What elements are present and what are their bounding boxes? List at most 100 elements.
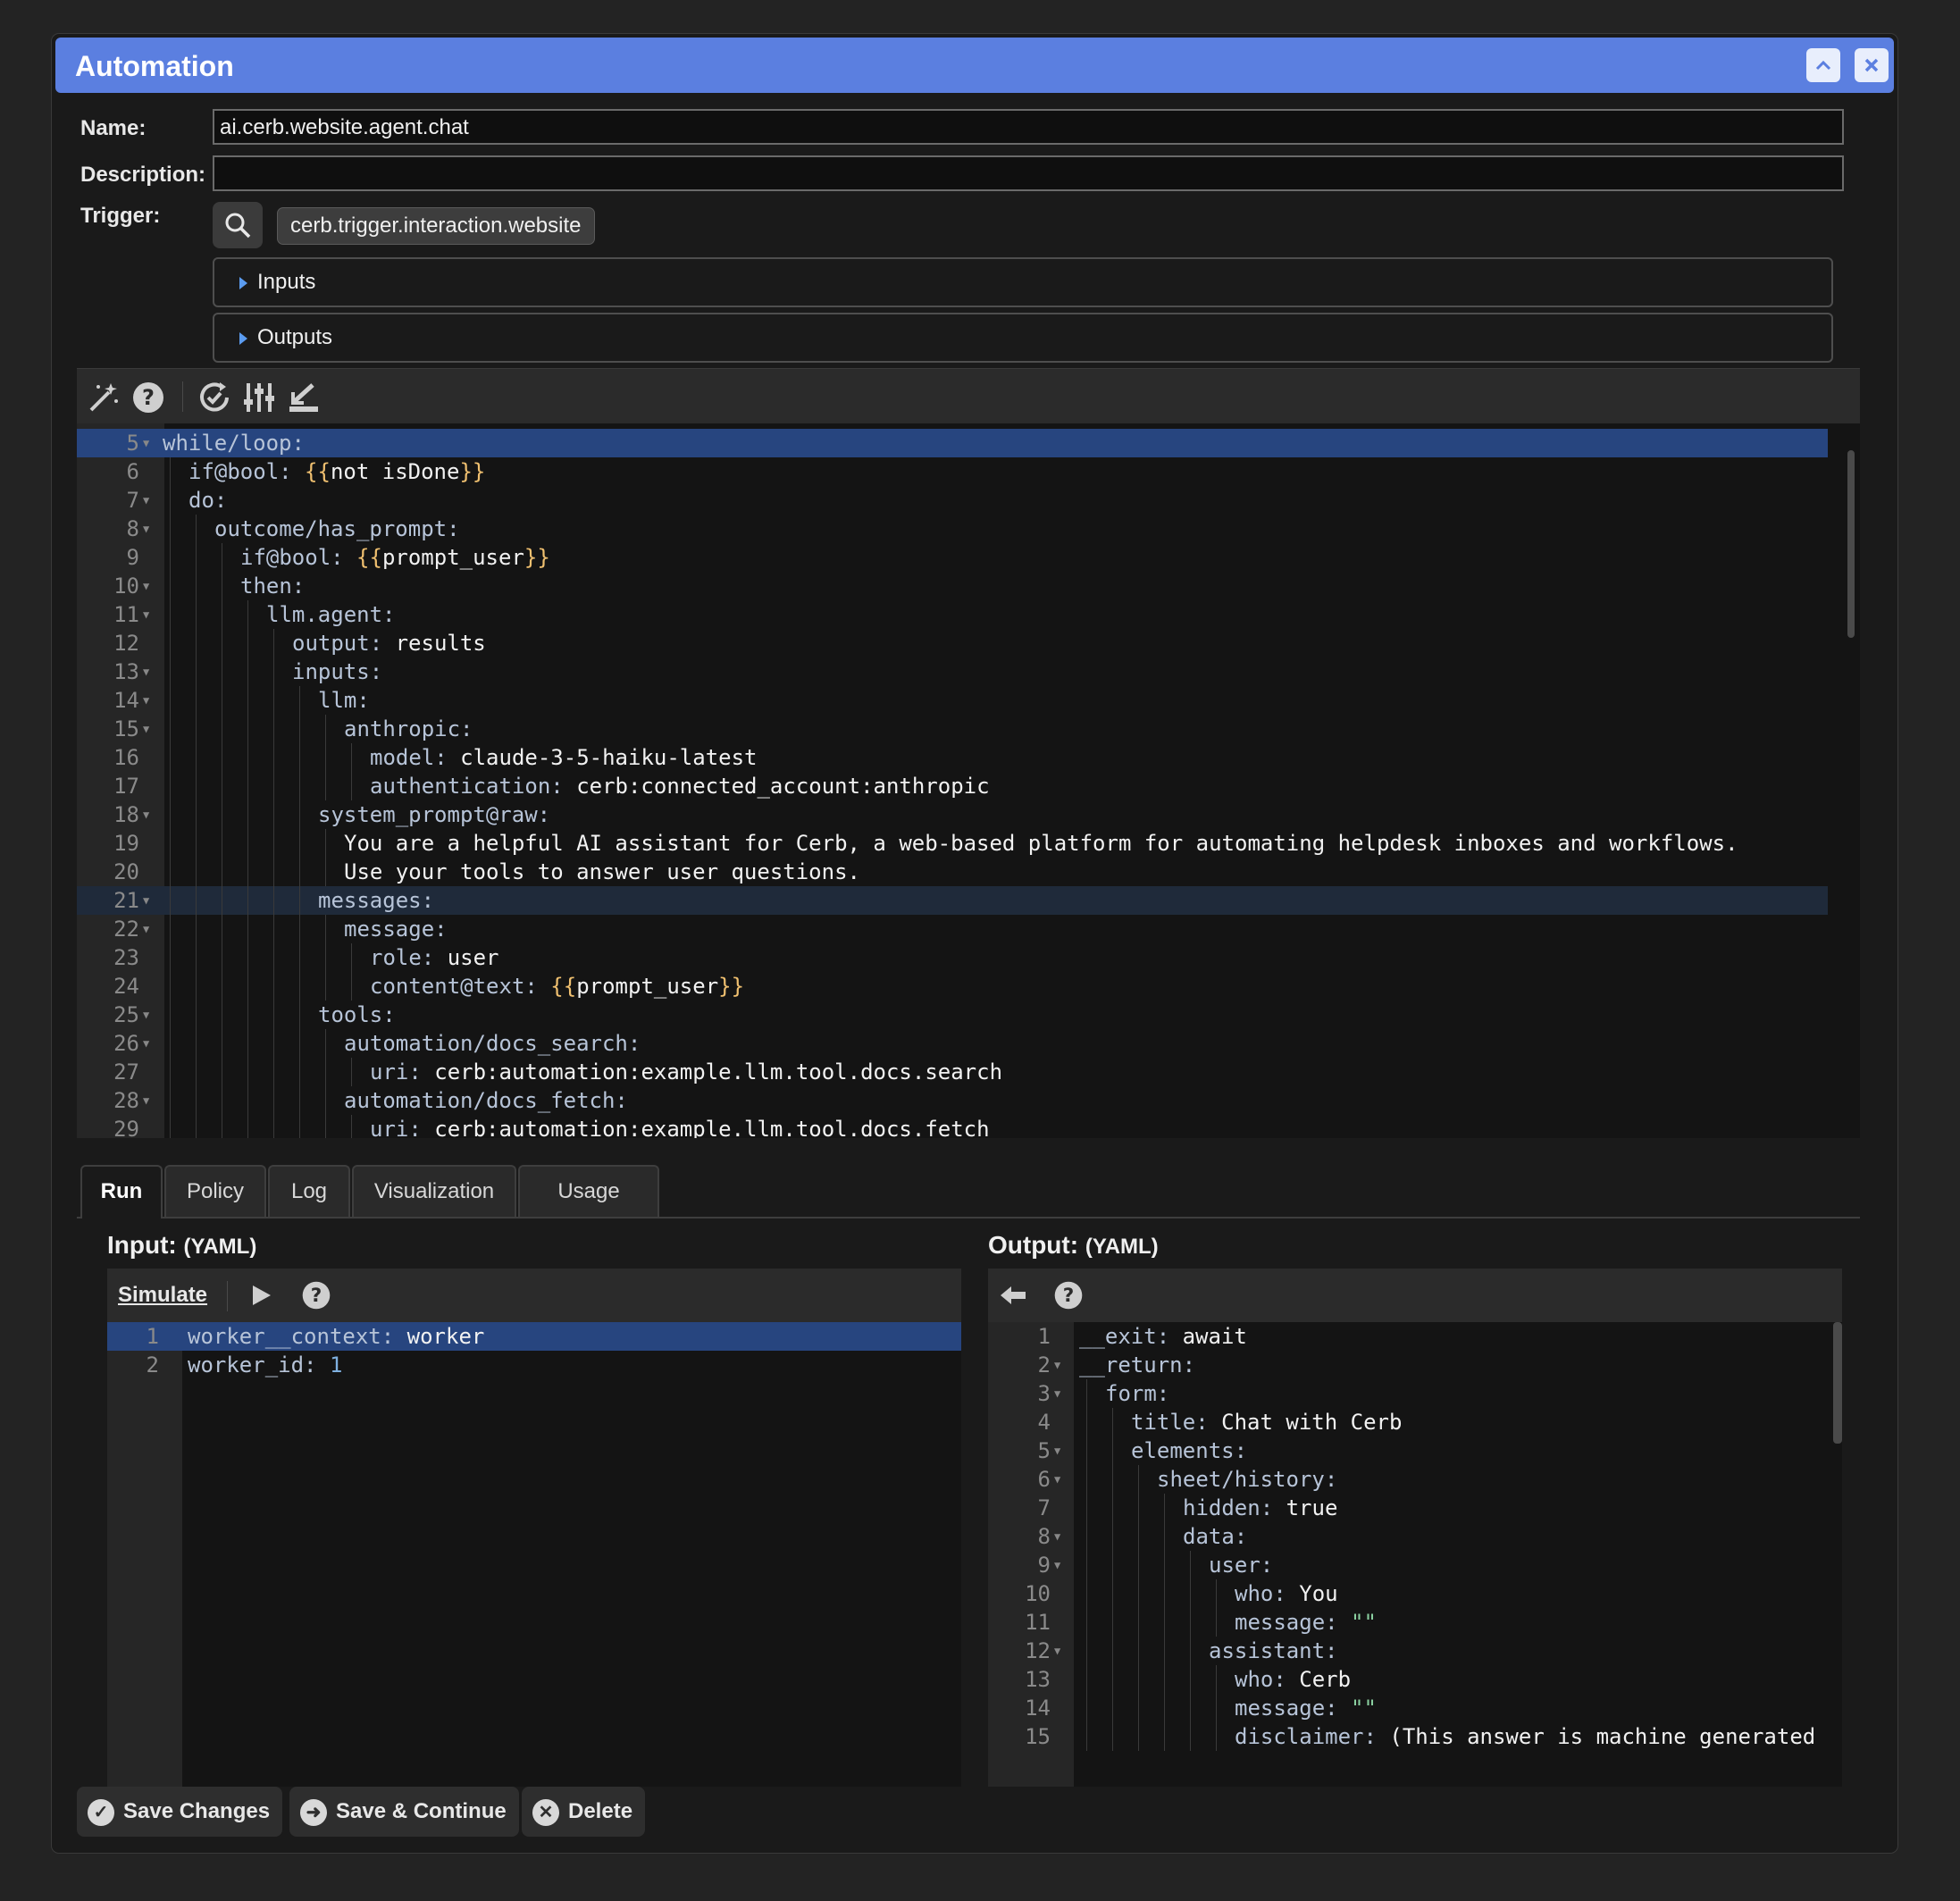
line-number: 22 xyxy=(113,917,139,942)
line-number: 29 xyxy=(113,1117,139,1138)
indent-guide xyxy=(299,686,300,715)
code-token: automation/docs_fetch: xyxy=(344,1088,628,1113)
code-token: do: xyxy=(188,488,228,513)
code-token: content@text: xyxy=(370,974,551,999)
tab-visualization[interactable]: Visualization xyxy=(352,1165,516,1217)
fold-toggle-icon[interactable]: ▼ xyxy=(143,572,149,600)
indent-guide xyxy=(196,1115,197,1138)
indent-guide xyxy=(196,1058,197,1086)
tab-log[interactable]: Log xyxy=(268,1165,350,1217)
line-number: 9 xyxy=(1037,1553,1051,1578)
indent-guide xyxy=(325,1115,326,1138)
code-line: 25 ▼ tools: xyxy=(77,1001,1828,1029)
fold-toggle-icon[interactable]: ▼ xyxy=(143,800,149,829)
indent-guide xyxy=(1112,1551,1113,1579)
fold-toggle-icon[interactable]: ▼ xyxy=(143,657,149,686)
fold-toggle-icon[interactable]: ▼ xyxy=(1054,1637,1060,1665)
trigger-search-button[interactable] xyxy=(213,202,263,248)
code-token: hidden: xyxy=(1183,1495,1286,1520)
line-number: 7 xyxy=(126,488,139,513)
help-icon[interactable]: ? xyxy=(130,380,166,415)
collapse-button[interactable] xyxy=(1806,48,1840,82)
fold-toggle-icon[interactable]: ▼ xyxy=(1054,1465,1060,1494)
code-token: worker__context: xyxy=(188,1324,407,1349)
indent-guide xyxy=(1190,1665,1191,1694)
back-arrow-icon[interactable] xyxy=(999,1283,1027,1308)
indent-guide xyxy=(299,743,300,772)
indent-guide xyxy=(299,972,300,1001)
fold-toggle-icon[interactable]: ▼ xyxy=(143,1001,149,1029)
sliders-icon[interactable] xyxy=(241,380,277,415)
code-token: __exit: xyxy=(1079,1324,1183,1349)
fold-toggle-icon[interactable]: ▼ xyxy=(143,886,149,915)
fold-toggle-icon[interactable]: ▼ xyxy=(1054,1551,1060,1579)
indent-guide xyxy=(273,629,274,657)
save-continue-button[interactable]: ➜ Save & Continue xyxy=(289,1787,519,1837)
delete-button[interactable]: ✕ Delete xyxy=(522,1787,646,1837)
name-field[interactable]: ai.cerb.website.agent.chat xyxy=(213,109,1844,145)
code-text: elements: xyxy=(1131,1436,1247,1465)
indent-guide xyxy=(1190,1608,1191,1637)
indent-guide xyxy=(170,915,171,943)
fold-toggle-icon[interactable]: ▼ xyxy=(143,715,149,743)
code-text: authentication: cerb:connected_account:a… xyxy=(370,772,990,800)
automation-code-editor[interactable]: 5 ▼ while/loop: 6 if@bool: {{not isDone}} 7 ▼ d… xyxy=(77,423,1860,1138)
inputs-section[interactable]: Inputs xyxy=(213,257,1833,307)
code-token: (This answer is machine generated xyxy=(1389,1724,1816,1749)
fold-toggle-icon[interactable]: ▼ xyxy=(143,915,149,943)
fold-toggle-icon[interactable]: ▼ xyxy=(1054,1436,1060,1465)
trigger-chip[interactable]: cerb.trigger.interaction.website xyxy=(277,207,595,245)
indent-guide xyxy=(196,886,197,915)
indent-guide xyxy=(273,1001,274,1029)
code-text: then: xyxy=(240,572,305,600)
outputs-section[interactable]: Outputs xyxy=(213,313,1833,363)
play-icon[interactable] xyxy=(248,1283,273,1308)
code-line: 11 message: "" xyxy=(988,1608,1828,1637)
tab-run[interactable]: Run xyxy=(80,1165,163,1218)
save-changes-button[interactable]: ✓ Save Changes xyxy=(77,1787,283,1837)
fold-toggle-icon[interactable]: ▼ xyxy=(143,1086,149,1115)
fold-toggle-icon[interactable]: ▼ xyxy=(143,486,149,515)
help-icon[interactable]: ? xyxy=(1052,1279,1085,1311)
refresh-check-icon[interactable] xyxy=(197,380,232,415)
fold-toggle-icon[interactable]: ▼ xyxy=(1054,1522,1060,1551)
dialog-titlebar[interactable]: Automation xyxy=(55,38,1894,93)
editor-scrollbar[interactable] xyxy=(1847,450,1855,638)
indent-guide xyxy=(299,715,300,743)
tab-usage[interactable]: Usage xyxy=(518,1165,659,1217)
tab-policy[interactable]: Policy xyxy=(164,1165,266,1217)
output-yaml-editor[interactable]: 1 __exit: await 2 ▼ __return: 3 ▼ form: 4 title: … xyxy=(988,1322,1842,1787)
help-icon[interactable]: ? xyxy=(300,1279,332,1311)
close-button[interactable] xyxy=(1855,48,1889,82)
code-line: 20 Use your tools to answer user question… xyxy=(77,858,1828,886)
export-icon[interactable] xyxy=(286,380,322,415)
code-line: 3 ▼ form: xyxy=(988,1379,1828,1408)
fold-toggle-icon[interactable]: ▼ xyxy=(143,686,149,715)
indent-guide xyxy=(170,1058,171,1086)
description-field[interactable] xyxy=(213,155,1844,191)
code-token: }} xyxy=(524,545,550,570)
code-line: 29 uri: cerb:automation:example.llm.tool.… xyxy=(77,1115,1828,1138)
indent-guide xyxy=(196,600,197,629)
fold-toggle-icon[interactable]: ▼ xyxy=(1054,1351,1060,1379)
fold-toggle-icon[interactable]: ▼ xyxy=(1054,1379,1060,1408)
output-scrollbar[interactable] xyxy=(1833,1322,1842,1444)
indent-guide xyxy=(1112,1722,1113,1751)
indent-guide xyxy=(273,829,274,858)
code-text: output: results xyxy=(292,629,486,657)
code-token: __return: xyxy=(1079,1352,1196,1378)
simulate-link[interactable]: Simulate xyxy=(118,1283,207,1308)
indent-guide xyxy=(1138,1579,1139,1608)
indent-guide xyxy=(1086,1465,1087,1494)
fold-toggle-icon[interactable]: ▼ xyxy=(143,1029,149,1058)
fold-toggle-icon[interactable]: ▼ xyxy=(143,429,149,457)
fold-toggle-icon[interactable]: ▼ xyxy=(143,600,149,629)
code-token: prompt_user xyxy=(381,545,524,570)
fold-toggle-icon[interactable]: ▼ xyxy=(143,515,149,543)
magic-wand-icon[interactable] xyxy=(86,380,121,415)
input-yaml-editor[interactable]: 1 worker__context: worker 2 worker_id: 1 xyxy=(107,1322,961,1787)
code-line: 5 ▼ while/loop: xyxy=(77,429,1828,457)
dialog-title: Automation xyxy=(75,50,234,82)
trigger-label: Trigger: xyxy=(80,204,161,228)
output-pane-title: Output: (YAML) xyxy=(988,1231,1159,1260)
